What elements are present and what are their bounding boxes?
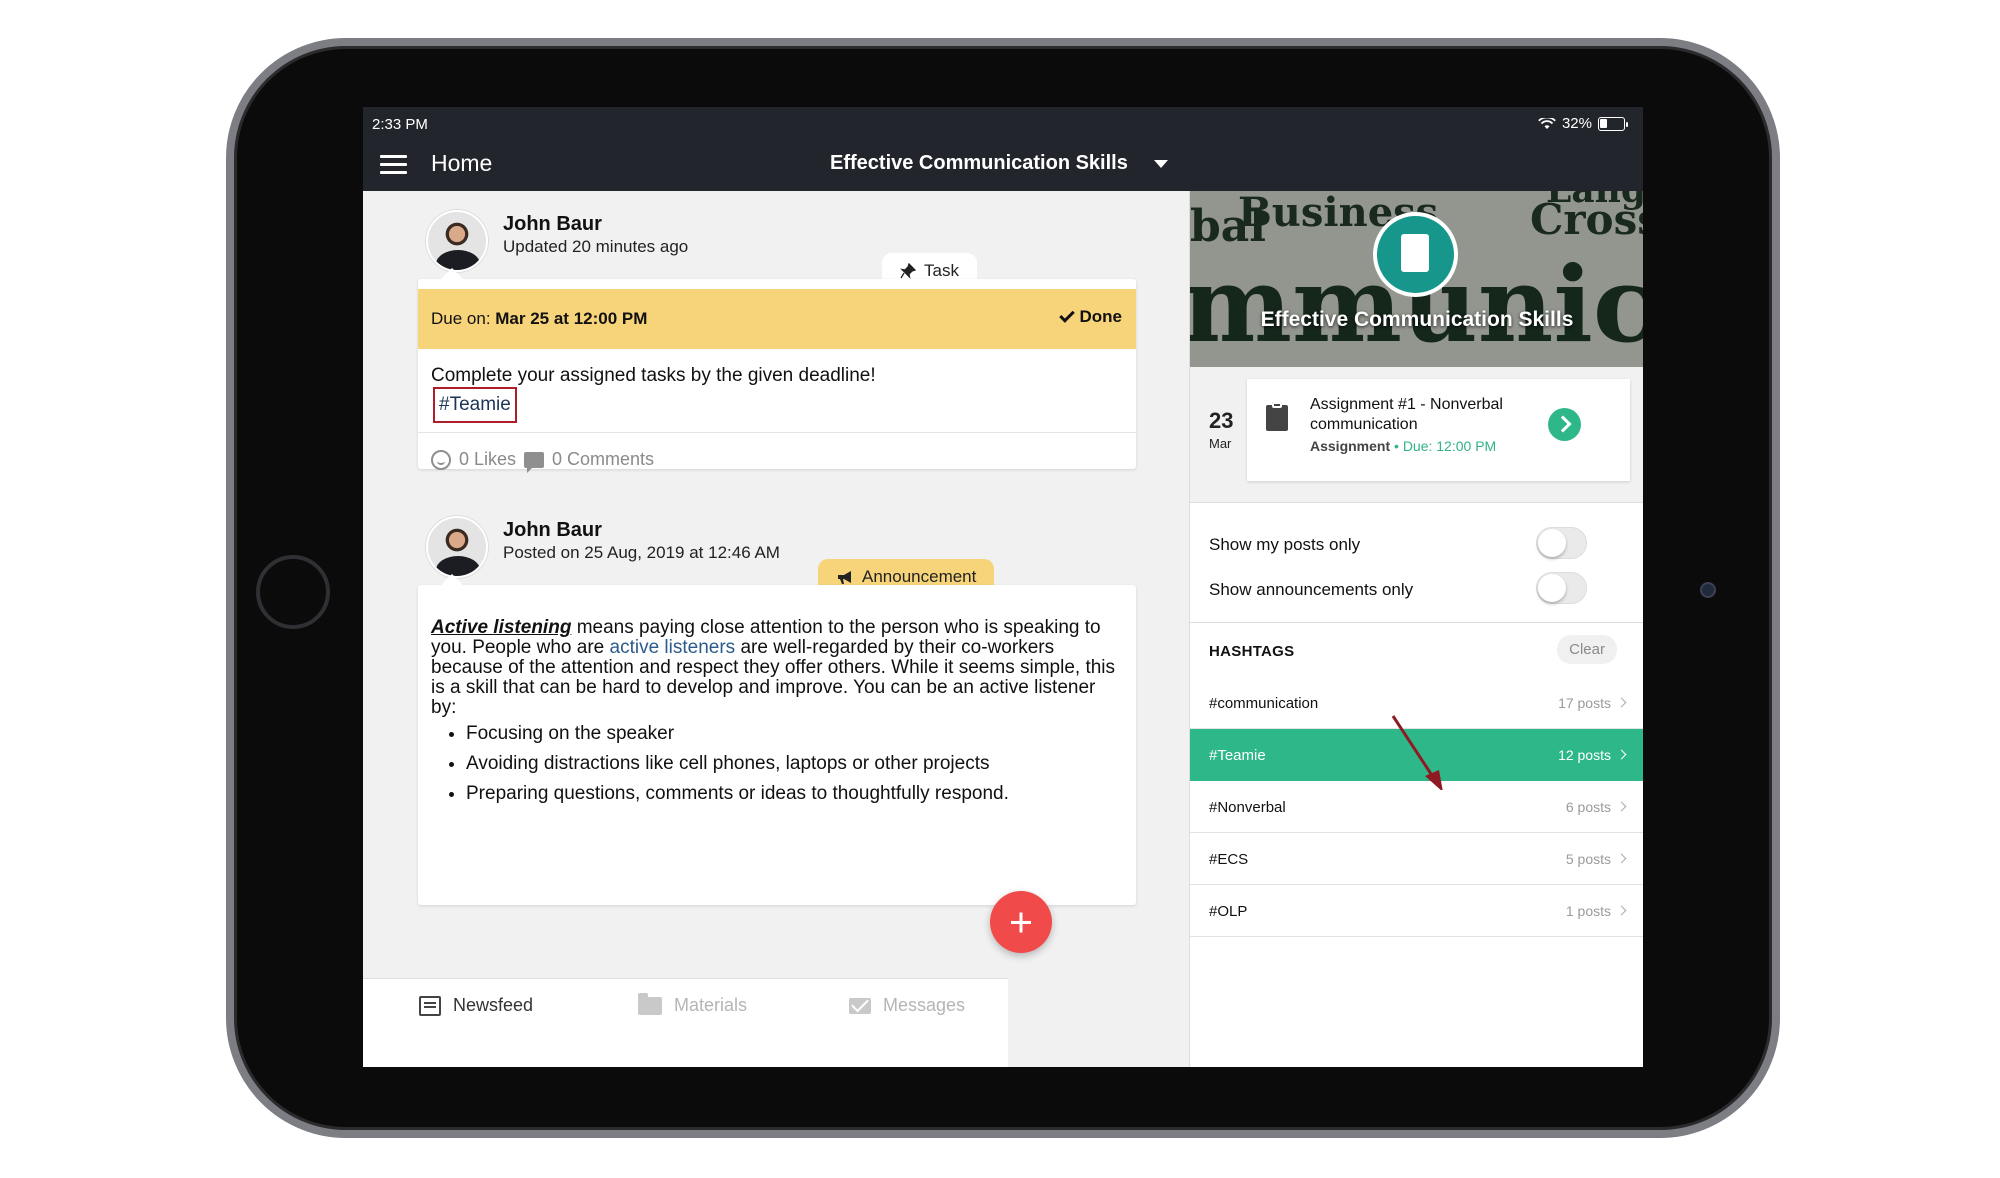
post-author[interactable]: John Baur — [503, 213, 602, 236]
course-banner: Business bal Cross Langu mmunicat Effect… — [1190, 191, 1643, 367]
hashtags-header: HASHTAGS Clear — [1190, 623, 1643, 677]
status-time: 2:33 PM — [372, 116, 428, 133]
due-label: Due on: Mar 25 at 12:00 PM — [431, 309, 648, 328]
post-text: Complete your assigned tasks by the give… — [431, 365, 876, 386]
battery-icon — [1598, 116, 1628, 131]
smile-icon — [431, 449, 451, 470]
inline-link[interactable]: active listeners — [610, 637, 736, 658]
nav-materials[interactable]: Materials — [638, 992, 747, 1016]
assignment-title: Assignment #1 - Nonverbal communication — [1310, 396, 1503, 433]
assignment-month: Mar — [1209, 436, 1232, 451]
assignment-due: Due: 12:00 PM — [1402, 438, 1497, 454]
nav-newsfeed[interactable]: Newsfeed — [419, 995, 533, 1016]
done-label: Done — [1079, 307, 1123, 326]
megaphone-icon — [838, 571, 851, 584]
comment-icon — [524, 451, 544, 473]
assignment-day: 23 — [1209, 408, 1234, 433]
post-meta: Updated 20 minutes ago — [503, 237, 689, 256]
wifi-icon — [1538, 117, 1556, 129]
hashtag-link[interactable]: #Teamie — [433, 387, 517, 423]
list-item: Focusing on the speaker — [466, 723, 1121, 744]
annotation-arrow-icon — [1391, 715, 1443, 790]
likes-count: 0 Likes — [459, 449, 517, 469]
post-lead: Active listening — [431, 617, 572, 638]
newsfeed-icon — [419, 995, 441, 1016]
post-meta: Posted on 25 Aug, 2019 at 12:46 AM — [503, 543, 780, 562]
card-notch — [440, 574, 464, 586]
chevron-right-icon[interactable] — [1548, 408, 1581, 441]
hashtags-label: HASHTAGS — [1209, 643, 1295, 660]
list-item: Preparing questions, comments or ideas t… — [466, 783, 1121, 804]
assignment-meta: Assignment • Due: 12:00 PM — [1310, 438, 1497, 454]
sidebar: Business bal Cross Langu mmunicat Effect… — [1189, 191, 1643, 1067]
course-selector[interactable]: Effective Communication Skills — [830, 152, 1168, 175]
chevron-right-icon — [1616, 697, 1627, 708]
screen: 2:33 PM 32% Home Effective Communication… — [363, 107, 1643, 1067]
avatar[interactable] — [426, 516, 488, 578]
newsfeed[interactable]: John Baur Updated 20 minutes ago Task Du… — [363, 191, 1189, 1067]
comment-button[interactable]: 0 Comments — [524, 449, 655, 473]
camera — [1700, 582, 1716, 598]
my-posts-toggle[interactable] — [1536, 527, 1587, 559]
course-title: Effective Communication Skills — [830, 152, 1128, 174]
post-actions: 0 Likes 0 Comments — [418, 432, 1136, 488]
nav-messages[interactable]: Messages — [849, 995, 965, 1016]
feed-filters: Show my posts only Show announcements on… — [1190, 503, 1643, 623]
hamburger-menu-icon[interactable] — [380, 155, 407, 175]
list-item: Avoiding distractions like cell phones, … — [466, 753, 1121, 774]
clipboard-icon — [1266, 402, 1288, 431]
clear-button[interactable]: Clear — [1557, 635, 1617, 664]
post-card: Active listening means paying close atte… — [418, 574, 1136, 905]
upcoming-assignments: 23 Mar Assignment #1 - Nonverbal communi… — [1190, 367, 1643, 503]
due-date: Mar 25 at 12:00 PM — [495, 309, 648, 328]
app-bar: Home Effective Communication Skills — [363, 139, 1643, 191]
check-icon — [1058, 307, 1075, 323]
home-button — [256, 555, 330, 629]
chevron-down-icon — [1153, 159, 1168, 168]
page-title: Home — [431, 150, 493, 176]
add-post-button[interactable] — [990, 891, 1052, 953]
like-button[interactable]: 0 Likes — [431, 449, 516, 470]
comments-count: 0 Comments — [552, 449, 655, 469]
battery-percent: 32% — [1561, 115, 1592, 132]
hashtag-row[interactable]: #OLP 1 posts — [1190, 885, 1643, 937]
filter-my-posts-label: Show my posts only — [1209, 535, 1361, 554]
bottom-nav: Newsfeed Materials Messages — [363, 978, 1008, 1067]
chevron-right-icon — [1616, 853, 1627, 864]
post-card: Due on: Mar 25 at 12:00 PM Done Complete… — [418, 268, 1136, 473]
bullet-list: Focusing on the speaker Avoiding distrac… — [431, 723, 1121, 804]
folder-icon — [638, 992, 662, 1015]
post-author[interactable]: John Baur — [503, 519, 602, 542]
status-indicators: 32% — [1538, 115, 1628, 132]
mail-icon — [849, 997, 871, 1014]
chevron-right-icon — [1616, 801, 1627, 812]
done-button[interactable]: Done — [1058, 307, 1123, 327]
due-banner: Due on: Mar 25 at 12:00 PM Done — [418, 289, 1136, 349]
card-notch — [440, 268, 464, 280]
chevron-right-icon — [1616, 749, 1627, 760]
filter-announcements-label: Show announcements only — [1209, 580, 1414, 599]
avatar[interactable] — [426, 210, 488, 272]
tag-label: Task — [924, 261, 959, 280]
post-body: Active listening means paying close atte… — [431, 618, 1121, 813]
pin-icon — [900, 263, 916, 279]
course-logo — [1373, 212, 1458, 297]
chevron-right-icon — [1616, 905, 1627, 916]
banner-title: Effective Communication Skills — [1260, 308, 1574, 331]
assignment-card[interactable]: Assignment #1 - Nonverbal communication … — [1247, 379, 1630, 481]
announcements-toggle[interactable] — [1536, 572, 1587, 604]
tag-label: Announcement — [862, 567, 977, 586]
hashtag-row[interactable]: #ECS 5 posts — [1190, 833, 1643, 885]
